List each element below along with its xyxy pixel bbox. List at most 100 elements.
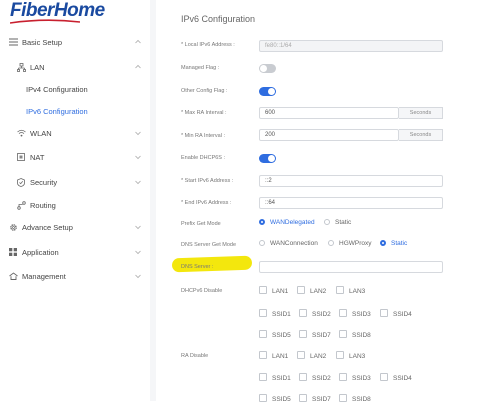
checkbox-label: SSID8 xyxy=(352,396,371,403)
checkbox-box xyxy=(299,309,307,317)
dhcpv6-disable-lan2-checkbox[interactable]: LAN2 xyxy=(297,286,326,295)
checkbox-label: SSID3 xyxy=(352,375,371,382)
sidebar-item-label: IPv4 Configuration xyxy=(26,84,88,94)
checkbox-box xyxy=(259,351,267,359)
sidebar-item-lan[interactable]: LAN xyxy=(0,56,150,78)
managed-flag-label: Managed Flag : xyxy=(181,65,220,71)
checkbox-box xyxy=(259,309,267,317)
other-config-flag-toggle[interactable] xyxy=(259,87,276,96)
dns-mode-hgwproxy-radio[interactable]: HGWProxy xyxy=(328,240,372,247)
dhcpv6-disable-ssid5-checkbox[interactable]: SSID5 xyxy=(259,330,291,339)
max-ra-label: * Max RA Interval : xyxy=(181,110,227,116)
ra-disable-ssid7-checkbox[interactable]: SSID7 xyxy=(299,394,331,403)
min-ra-input[interactable]: 200 xyxy=(259,129,399,141)
sidebar-item-label: LAN xyxy=(30,62,45,72)
sidebar-item-management[interactable]: Management xyxy=(0,265,150,287)
sidebar-item-label: IPv6 Configuration xyxy=(26,106,88,116)
ra-disable-label: RA Disable xyxy=(181,353,209,359)
ra-disable-ssid1-checkbox[interactable]: SSID1 xyxy=(259,373,291,382)
sidebar-item-basic-setup[interactable]: Basic Setup xyxy=(0,31,150,53)
chevron-up-icon xyxy=(135,39,141,44)
enable-dhcp6s-toggle[interactable] xyxy=(259,154,276,163)
checkbox-box xyxy=(336,286,344,294)
ra-disable-ssid2-checkbox[interactable]: SSID2 xyxy=(299,373,331,382)
end-ipv6-input[interactable]: ::64 xyxy=(259,197,443,209)
chevron-down-icon xyxy=(135,274,141,279)
ra-disable-ssid8-checkbox[interactable]: SSID8 xyxy=(339,394,371,403)
sidebar-item-wlan[interactable]: WLAN xyxy=(0,122,150,144)
radio-circle xyxy=(259,240,265,246)
dhcpv6-disable-ssid7-checkbox[interactable]: SSID7 xyxy=(299,330,331,339)
radio-label: WANConnection xyxy=(270,240,318,247)
ra-disable-ssid5-checkbox[interactable]: SSID5 xyxy=(259,394,291,403)
radio-label: Static xyxy=(391,240,408,247)
dhcpv6-disable-ssid4-checkbox[interactable]: SSID4 xyxy=(380,309,412,318)
max-ra-input[interactable]: 600 xyxy=(259,107,399,119)
checkbox-label: SSID3 xyxy=(352,311,371,318)
ra-disable-lan2-checkbox[interactable]: LAN2 xyxy=(297,351,326,360)
gear-icon xyxy=(8,222,18,232)
sidebar-item-routing[interactable]: Routing xyxy=(0,194,150,216)
dhcpv6-disable-ssid2-checkbox[interactable]: SSID2 xyxy=(299,309,331,318)
sidebar-item-label: NAT xyxy=(30,152,45,162)
ra-disable-lan1-checkbox[interactable]: LAN1 xyxy=(259,351,288,360)
checkbox-label: LAN1 xyxy=(272,353,289,360)
ra-disable-ssid3-checkbox[interactable]: SSID3 xyxy=(339,373,371,382)
checkbox-box xyxy=(259,286,267,294)
dns-mode-static-radio[interactable]: Static xyxy=(380,240,407,247)
checkbox-label: SSID7 xyxy=(312,396,331,403)
sidebar-item-label: WLAN xyxy=(30,128,52,138)
checkbox-label: SSID5 xyxy=(272,332,291,339)
sidebar-item-advance-setup[interactable]: Advance Setup xyxy=(0,216,150,238)
grid-apps-icon xyxy=(8,247,18,257)
radio-circle xyxy=(324,219,330,225)
checkbox-box xyxy=(339,309,347,317)
prefix-get-mode-label: Prefix Get Mode xyxy=(181,221,221,227)
checkbox-label: LAN2 xyxy=(310,353,327,360)
sidebar-item-ipv6-configuration[interactable]: IPv6 Configuration xyxy=(0,100,150,122)
sidebar-item-label: Management xyxy=(22,271,66,281)
sidebar-item-application[interactable]: Application xyxy=(0,241,150,263)
dhcpv6-disable-ssid8-checkbox[interactable]: SSID8 xyxy=(339,330,371,339)
sidebar-item-security[interactable]: Security xyxy=(0,171,150,193)
end-ipv6-label: * End IPv6 Address : xyxy=(181,200,232,206)
checkbox-box xyxy=(259,373,267,381)
sidebar-item-label: Application xyxy=(22,247,59,257)
sidebar-item-label: Basic Setup xyxy=(22,37,63,47)
radio-label: HGWProxy xyxy=(339,240,372,247)
dns-server-input[interactable] xyxy=(259,261,443,273)
dns-server-label: DNS Server : xyxy=(181,264,214,270)
managed-flag-toggle[interactable] xyxy=(259,64,276,73)
wifi-icon xyxy=(16,128,26,138)
ra-disable-lan3-checkbox[interactable]: LAN3 xyxy=(336,351,365,360)
checkbox-label: LAN1 xyxy=(272,288,289,295)
chevron-down-icon xyxy=(135,250,141,255)
other-config-flag-label: Other Config Flag : xyxy=(181,88,228,94)
prefix-mode-static-radio[interactable]: Static xyxy=(324,219,351,226)
checkbox-box xyxy=(297,351,305,359)
radio-label: WANDelegated xyxy=(270,219,315,226)
checkbox-box xyxy=(336,351,344,359)
shield-icon xyxy=(16,177,26,187)
sidebar-item-nat[interactable]: NAT xyxy=(0,146,150,168)
dhcpv6-disable-lan1-checkbox[interactable]: LAN1 xyxy=(259,286,288,295)
management-icon xyxy=(8,271,18,281)
dhcpv6-disable-lan3-checkbox[interactable]: LAN3 xyxy=(336,286,365,295)
toggle-knob xyxy=(268,155,275,162)
prefix-mode-wandelegated-radio[interactable]: WANDelegated xyxy=(259,219,315,226)
sidebar-item-ipv4-configuration[interactable]: IPv4 Configuration xyxy=(0,78,150,100)
chevron-down-icon xyxy=(135,180,141,185)
checkbox-label: LAN2 xyxy=(310,288,327,295)
dhcpv6-disable-ssid1-checkbox[interactable]: SSID1 xyxy=(259,309,291,318)
dhcpv6-disable-ssid3-checkbox[interactable]: SSID3 xyxy=(339,309,371,318)
checkbox-label: SSID1 xyxy=(272,375,291,382)
chevron-up-icon xyxy=(135,64,141,69)
sidebar: FiberHome Basic Setup LAN IPv4 Configura… xyxy=(0,0,151,401)
ra-disable-ssid4-checkbox[interactable]: SSID4 xyxy=(380,373,412,382)
checkbox-box xyxy=(299,330,307,338)
toggle-knob xyxy=(260,65,267,72)
dns-mode-wanconnection-radio[interactable]: WANConnection xyxy=(259,240,318,247)
start-ipv6-input[interactable]: ::2 xyxy=(259,175,443,187)
checkbox-label: LAN3 xyxy=(349,288,366,295)
sidebar-item-label: Advance Setup xyxy=(22,222,73,232)
